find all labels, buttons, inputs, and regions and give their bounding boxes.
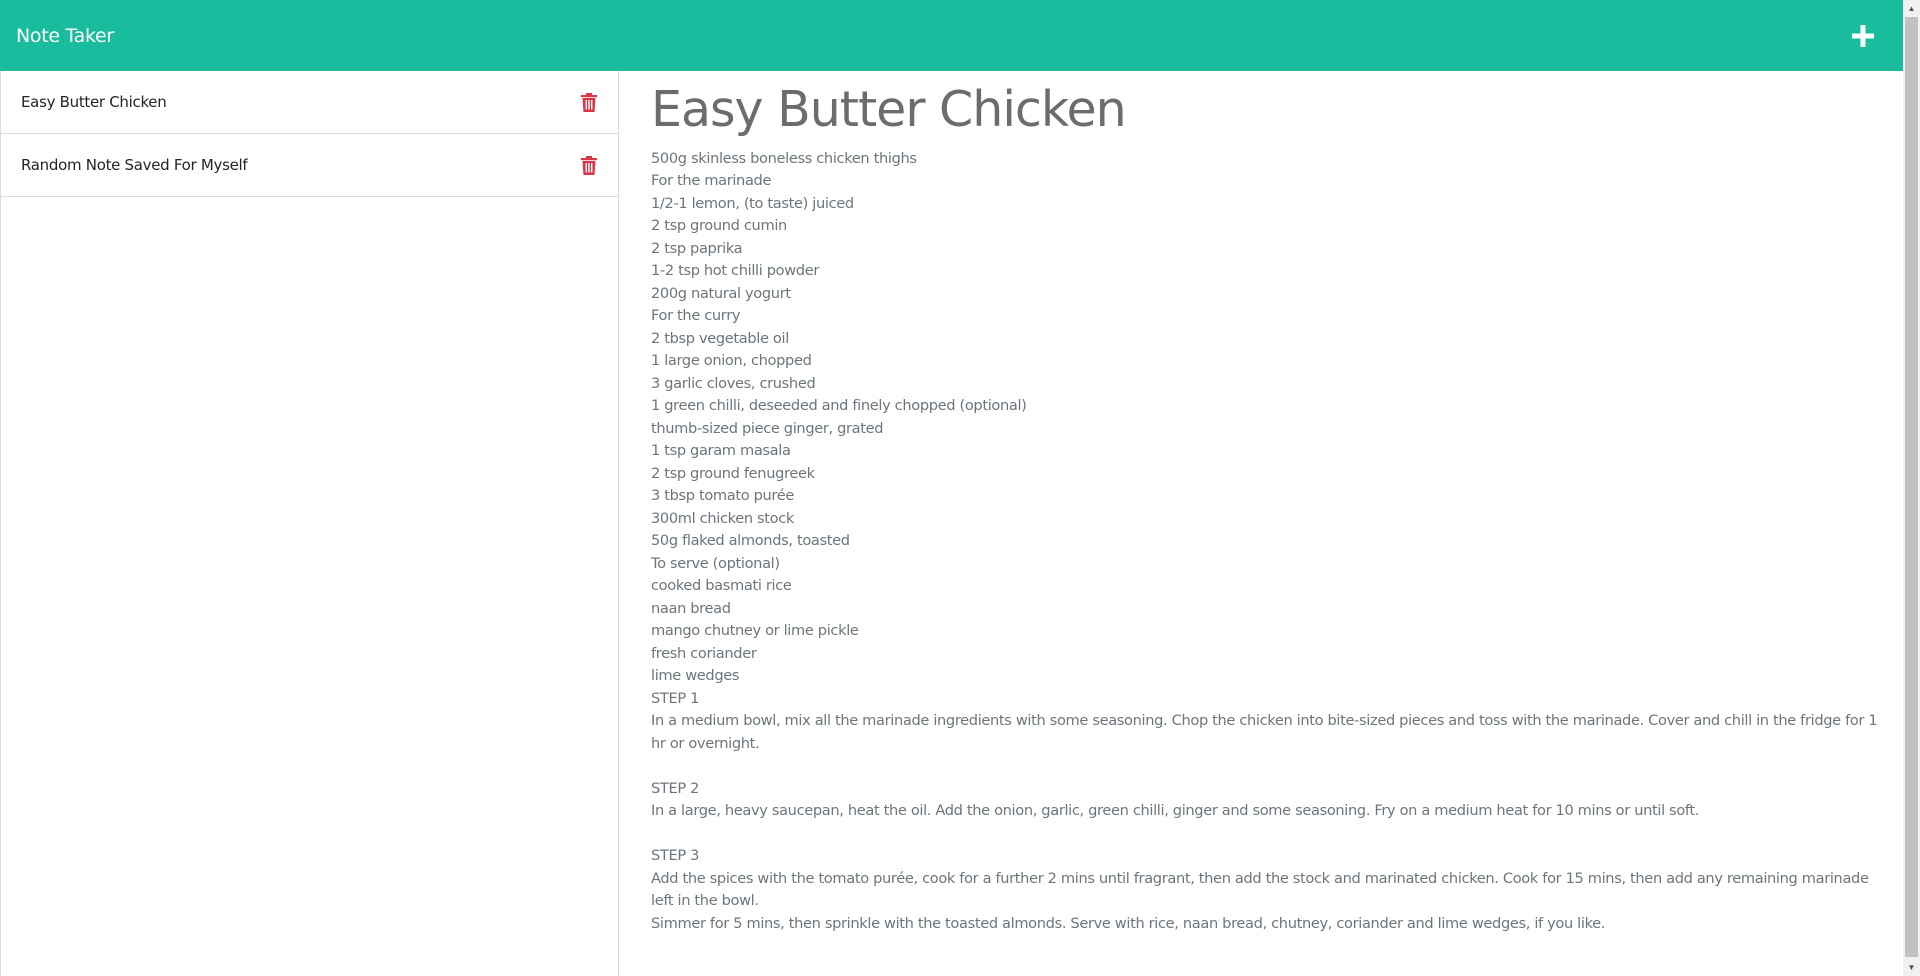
note-taker-app: Note Taker Easy Butter Chicken Random No… (0, 0, 1920, 976)
note-view: Easy Butter Chicken 500g skinless bonele… (651, 71, 1891, 935)
navbar: Note Taker (0, 0, 1903, 71)
note-list-item-title: Easy Butter Chicken (21, 93, 167, 111)
scroll-up-arrow-icon[interactable]: ▲ (1903, 0, 1920, 17)
note-list-item-title: Random Note Saved For Myself (21, 156, 248, 174)
trash-icon (581, 92, 597, 112)
note-list-item[interactable]: Easy Butter Chicken (1, 71, 618, 134)
note-text[interactable]: 500g skinless boneless chicken thighs Fo… (651, 148, 1891, 936)
notes-list: Easy Butter Chicken Random Note Saved Fo… (0, 71, 619, 976)
note-list-item[interactable]: Random Note Saved For Myself (1, 134, 618, 197)
vertical-scrollbar[interactable]: ▲ ▼ (1903, 0, 1920, 976)
plus-icon (1852, 24, 1874, 47)
new-note-button[interactable] (1845, 18, 1881, 54)
scrollbar-thumb[interactable] (1905, 17, 1918, 957)
trash-icon (581, 155, 597, 175)
note-title[interactable]: Easy Butter Chicken (651, 81, 1891, 140)
brand-title[interactable]: Note Taker (16, 25, 114, 47)
scroll-down-arrow-icon[interactable]: ▼ (1903, 959, 1920, 976)
delete-note-button[interactable] (578, 91, 600, 113)
delete-note-button[interactable] (578, 154, 600, 176)
